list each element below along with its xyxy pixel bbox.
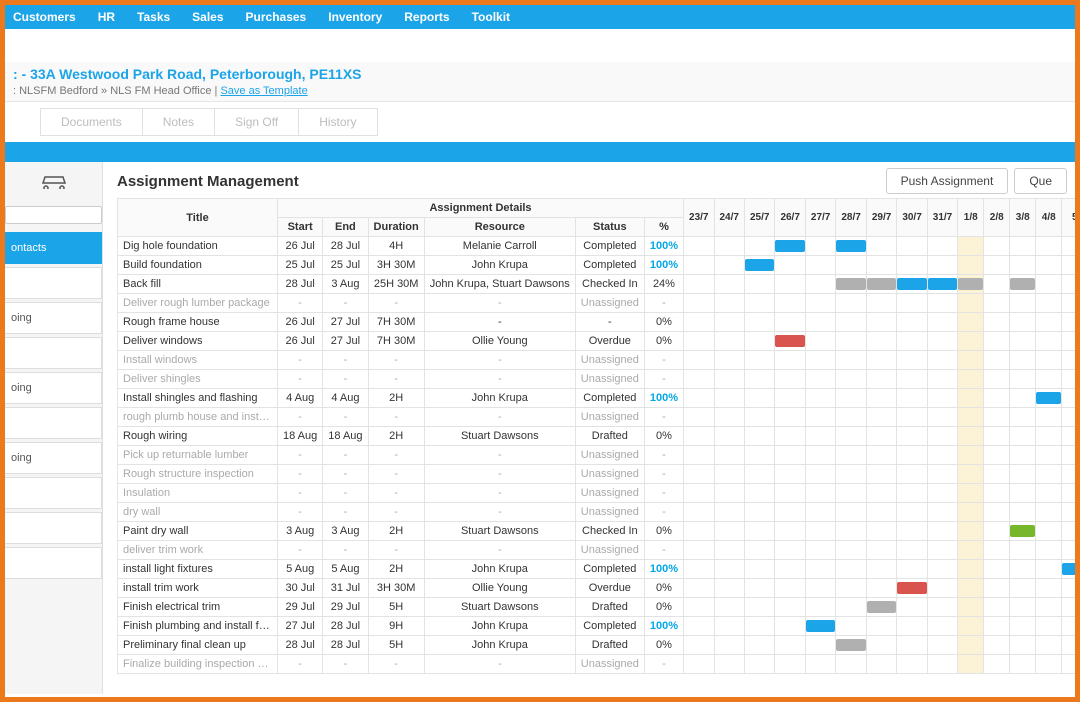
date-header: 2/8 xyxy=(984,199,1010,237)
nav-sales[interactable]: Sales xyxy=(192,10,223,24)
sidebar-item-8[interactable] xyxy=(5,512,102,544)
table-row[interactable]: Finalize building inspection approva----… xyxy=(118,655,1076,674)
breadcrumb-sub: : NLSFM Bedford » NLS FM Head Office | S… xyxy=(13,85,1067,97)
nav-toolkit[interactable]: Toolkit xyxy=(472,10,510,24)
content-heading: Assignment Management xyxy=(117,173,299,190)
group-header: Assignment Details xyxy=(278,199,684,218)
date-header: 28/7 xyxy=(836,199,866,237)
gantt-bar[interactable] xyxy=(897,582,926,594)
table-row[interactable]: deliver trim work----Unassigned- xyxy=(118,541,1076,560)
gantt-bar[interactable] xyxy=(928,278,957,290)
table-row[interactable]: Deliver rough lumber package----Unassign… xyxy=(118,294,1076,313)
sidebar-search[interactable] xyxy=(5,206,102,224)
content-panel: Assignment Management Push Assignment Qu… xyxy=(103,162,1075,694)
save-template-link[interactable]: Save as Template xyxy=(220,85,307,97)
date-header: 25/7 xyxy=(744,199,774,237)
table-row[interactable]: rough plumb house and install duct----Un… xyxy=(118,408,1076,427)
date-header: 27/7 xyxy=(805,199,835,237)
gantt-bar[interactable] xyxy=(836,278,865,290)
sidebar-item-7[interactable] xyxy=(5,477,102,509)
gantt-bar[interactable] xyxy=(897,278,926,290)
gantt-bar[interactable] xyxy=(745,259,774,271)
sidebar-item-0[interactable]: ontacts xyxy=(5,232,102,264)
table-row[interactable]: Deliver shingles----Unassigned- xyxy=(118,370,1076,389)
table-row[interactable]: Install windows----Unassigned- xyxy=(118,351,1076,370)
tab-documents[interactable]: Documents xyxy=(40,108,142,136)
table-row[interactable]: Deliver windows26 Jul27 Jul7H 30MOllie Y… xyxy=(118,332,1076,351)
date-header: 26/7 xyxy=(775,199,805,237)
table-row[interactable]: Rough wiring18 Aug18 Aug2HStuart Dawsons… xyxy=(118,427,1076,446)
table-row[interactable]: Finish plumbing and install furnace27 Ju… xyxy=(118,617,1076,636)
spacer xyxy=(5,29,1075,62)
grid-scroll[interactable]: TitleAssignment Details23/724/725/726/72… xyxy=(117,198,1075,678)
page-title: : - 33A Westwood Park Road, Peterborough… xyxy=(13,66,1067,82)
nav-inventory[interactable]: Inventory xyxy=(328,10,382,24)
tab-sign-off[interactable]: Sign Off xyxy=(214,108,298,136)
breadcrumb-path: : NLSFM Bedford » NLS FM Head Office | xyxy=(13,85,220,97)
table-row[interactable]: Paint dry wall3 Aug3 Aug2HStuart Dawsons… xyxy=(118,522,1076,541)
assignment-grid: TitleAssignment Details23/724/725/726/72… xyxy=(117,198,1075,674)
table-row[interactable]: Rough structure inspection----Unassigned… xyxy=(118,465,1076,484)
tabs-row: DocumentsNotesSign OffHistory xyxy=(5,102,1075,142)
date-header: 4/8 xyxy=(1036,199,1062,237)
nav-purchases[interactable]: Purchases xyxy=(246,10,307,24)
sidebar-item-6[interactable]: oing xyxy=(5,442,102,474)
table-row[interactable]: Finish electrical trim29 Jul29 Jul5HStua… xyxy=(118,598,1076,617)
gantt-bar[interactable] xyxy=(1062,563,1075,575)
table-row[interactable]: Build foundation25 Jul25 Jul3H 30MJohn K… xyxy=(118,256,1076,275)
table-row[interactable]: Dig hole foundation26 Jul28 Jul4HMelanie… xyxy=(118,237,1076,256)
nav-hr[interactable]: HR xyxy=(98,10,115,24)
gantt-bar[interactable] xyxy=(775,335,804,347)
gantt-bar[interactable] xyxy=(867,601,896,613)
sidebar-item-9[interactable] xyxy=(5,547,102,579)
date-header: 1/8 xyxy=(958,199,984,237)
date-header: 29/7 xyxy=(866,199,896,237)
breadcrumb-bar: : - 33A Westwood Park Road, Peterborough… xyxy=(5,62,1075,102)
gantt-bar[interactable] xyxy=(836,639,865,651)
date-header: 23/7 xyxy=(684,199,714,237)
table-row[interactable]: install light fixtures5 Aug5 Aug2HJohn K… xyxy=(118,560,1076,579)
table-row[interactable]: install trim work30 Jul31 Jul3H 30MOllie… xyxy=(118,579,1076,598)
gantt-bar[interactable] xyxy=(775,240,804,252)
sidebar-item-4[interactable]: oing xyxy=(5,372,102,404)
push-assignment-button[interactable]: Push Assignment xyxy=(886,168,1009,194)
sidebar-item-1[interactable] xyxy=(5,267,102,299)
gantt-bar[interactable] xyxy=(1010,278,1035,290)
gantt-bar[interactable] xyxy=(1010,525,1035,537)
table-row[interactable]: Back fill28 Jul3 Aug25H 30MJohn Krupa, S… xyxy=(118,275,1076,294)
sidebar: ontacts oing oing oing xyxy=(5,162,103,694)
nav-customers[interactable]: Customers xyxy=(13,10,76,24)
gantt-bar[interactable] xyxy=(867,278,896,290)
queue-button[interactable]: Que xyxy=(1014,168,1067,194)
nav-tasks[interactable]: Tasks xyxy=(137,10,170,24)
nav-reports[interactable]: Reports xyxy=(404,10,449,24)
gantt-bar[interactable] xyxy=(1036,392,1061,404)
table-row[interactable]: Preliminary final clean up28 Jul28 Jul5H… xyxy=(118,636,1076,655)
sidebar-item-5[interactable] xyxy=(5,407,102,439)
gantt-bar[interactable] xyxy=(958,278,983,290)
section-divider xyxy=(5,142,1075,162)
table-row[interactable]: Pick up returnable lumber----Unassigned- xyxy=(118,446,1076,465)
date-header: 5 xyxy=(1062,199,1075,237)
table-row[interactable]: dry wall----Unassigned- xyxy=(118,503,1076,522)
date-header: 24/7 xyxy=(714,199,744,237)
date-header: 3/8 xyxy=(1010,199,1036,237)
date-header: 30/7 xyxy=(897,199,927,237)
tab-notes[interactable]: Notes xyxy=(142,108,214,136)
table-row[interactable]: Rough frame house26 Jul27 Jul7H 30M--0% xyxy=(118,313,1076,332)
date-header: 31/7 xyxy=(927,199,957,237)
tab-history[interactable]: History xyxy=(298,108,377,136)
sidebar-item-2[interactable]: oing xyxy=(5,302,102,334)
table-row[interactable]: Install shingles and flashing4 Aug4 Aug2… xyxy=(118,389,1076,408)
gantt-bar[interactable] xyxy=(836,240,865,252)
top-nav: Customers HR Tasks Sales Purchases Inventory R… xyxy=(5,5,1075,29)
table-row[interactable]: Insulation----Unassigned- xyxy=(118,484,1076,503)
sidebar-item-3[interactable] xyxy=(5,337,102,369)
vehicle-icon xyxy=(5,168,102,203)
gantt-bar[interactable] xyxy=(806,620,835,632)
